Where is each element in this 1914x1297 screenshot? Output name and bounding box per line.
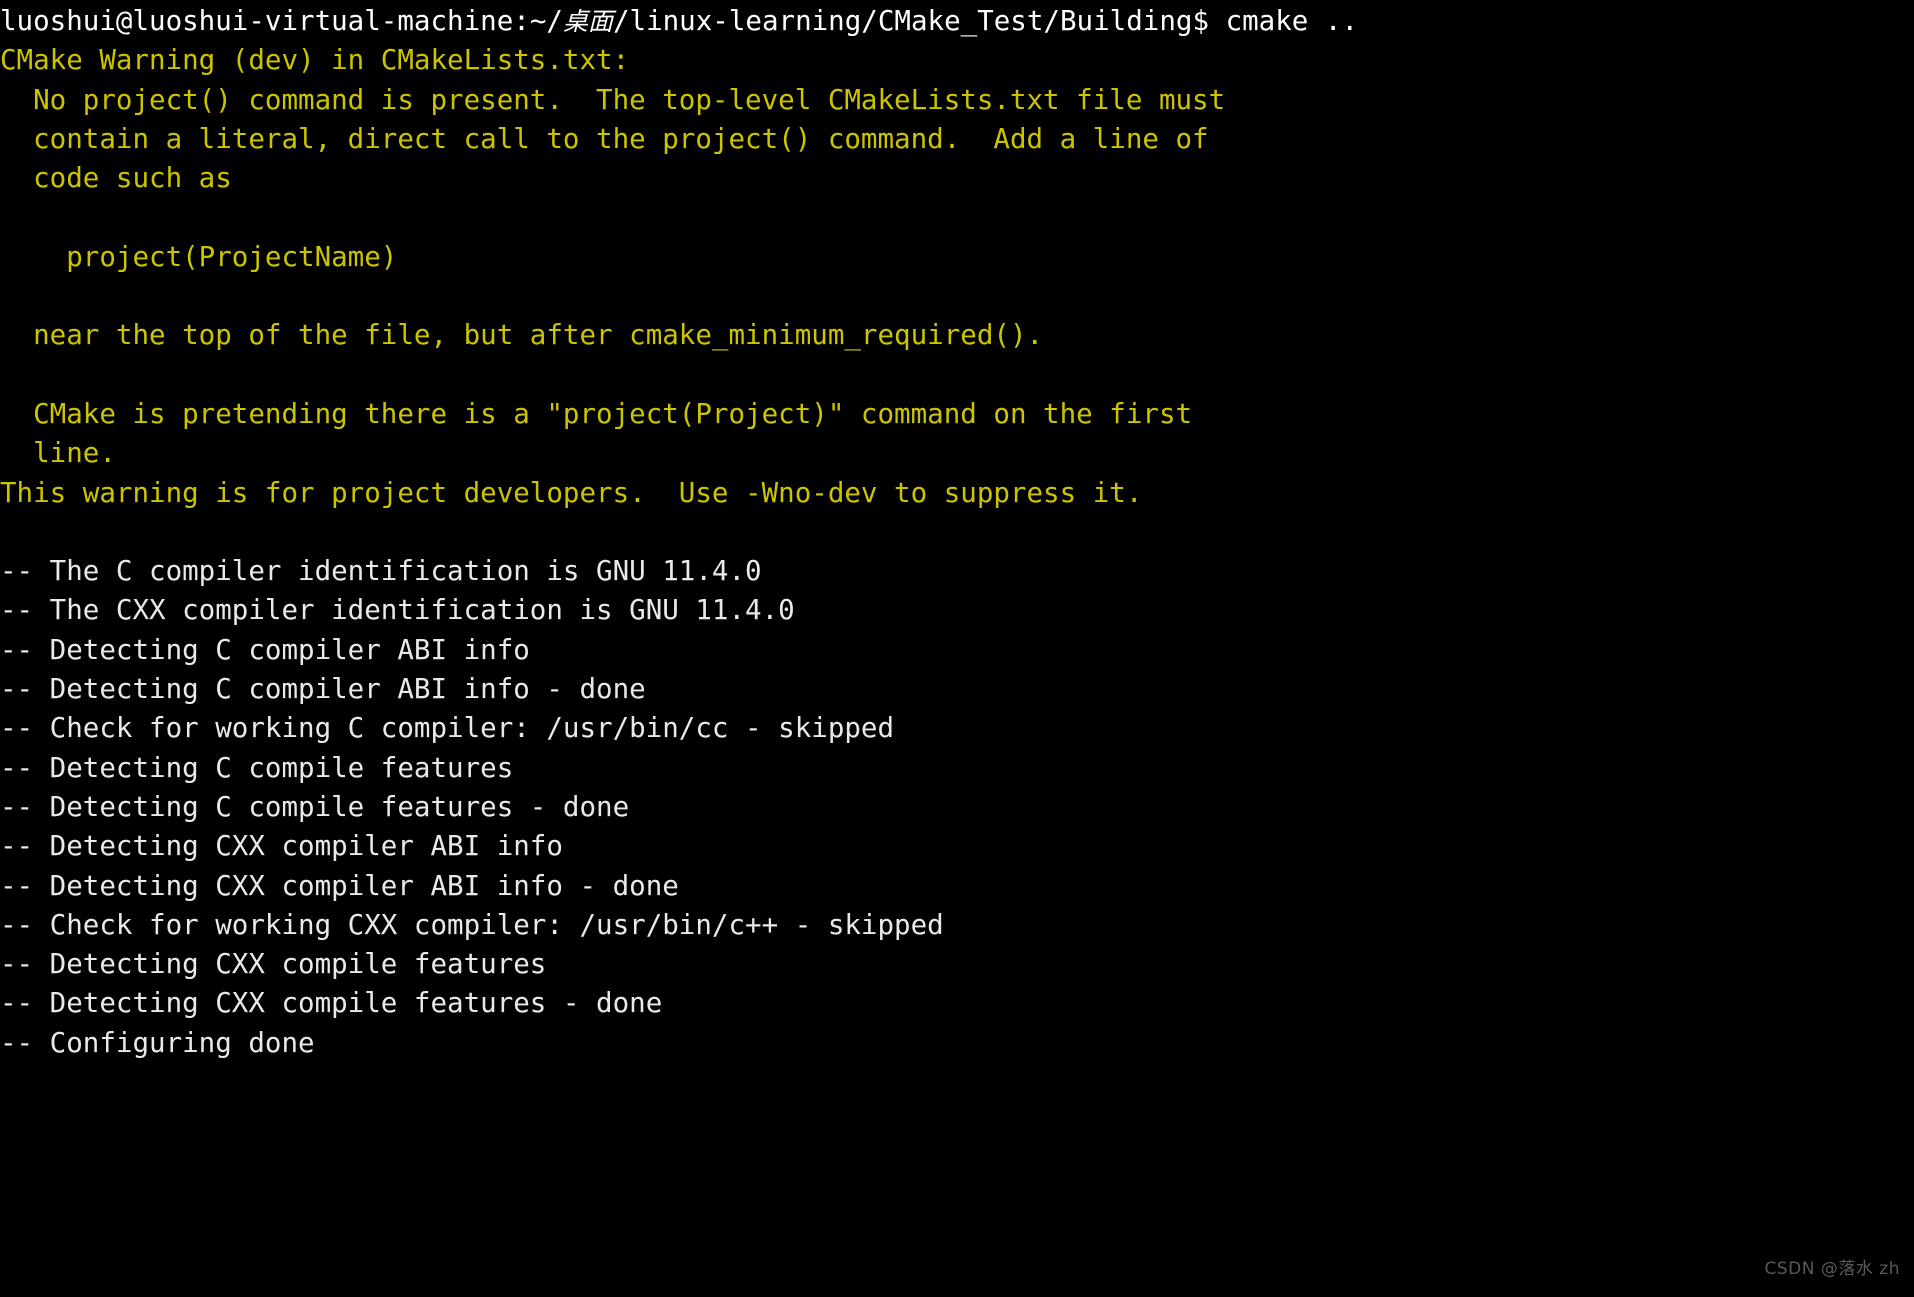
- prompt-path-cjk: 桌面: [562, 7, 613, 36]
- terminal-line: -- Detecting CXX compile features - done: [0, 987, 663, 1020]
- terminal-line: -- Detecting CXX compiler ABI info: [0, 830, 563, 863]
- terminal-line: -- The C compiler identification is GNU …: [0, 555, 762, 588]
- shell-prompt-line: luoshui@luoshui-virtual-machine:~/桌面/lin…: [0, 2, 1914, 41]
- prompt-path-suffix: /linux-learning/CMake_Test/Building: [612, 5, 1193, 37]
- terminal-line: CMake Warning (dev) in CMakeLists.txt:: [0, 44, 630, 77]
- terminal-line: -- Detecting C compile features - done: [0, 790, 630, 823]
- prompt-separator: :: [513, 5, 530, 37]
- csdn-watermark: CSDN @落水 zh: [1764, 1258, 1900, 1279]
- terminal-line: -- Configuring done: [0, 1026, 315, 1059]
- terminal-line: -- Check for working CXX compiler: /usr/…: [0, 908, 944, 941]
- terminal-line: -- Check for working C compiler: /usr/bi…: [0, 712, 895, 745]
- terminal-line: -- Detecting CXX compiler ABI info - don…: [0, 869, 679, 902]
- terminal-line: No project() command is present. The top…: [0, 83, 1226, 116]
- terminal-line: near the top of the file, but after cmak…: [0, 319, 1044, 352]
- terminal-line: -- Detecting C compile features: [0, 751, 514, 784]
- output-lines: CMake Warning (dev) in CMakeLists.txt: N…: [0, 41, 1914, 1063]
- terminal-line: -- Detecting CXX compile features: [0, 948, 547, 981]
- terminal-line: project(ProjectName): [0, 240, 398, 273]
- terminal-line: This warning is for project developers. …: [0, 476, 1143, 509]
- terminal-line: -- Detecting C compiler ABI info - done: [0, 673, 646, 706]
- terminal-output-area[interactable]: luoshui@luoshui-virtual-machine:~/桌面/lin…: [0, 2, 1914, 1063]
- terminal-line: -- The CXX compiler identification is GN…: [0, 594, 795, 627]
- prompt-command: cmake ..: [1225, 5, 1359, 37]
- terminal-line: CMake is pretending there is a "project(…: [0, 397, 1193, 430]
- terminal-line: -- Detecting C compiler ABI info: [0, 633, 530, 666]
- prompt-path-prefix: ~/: [529, 5, 563, 37]
- prompt-sigil: $: [1192, 5, 1226, 37]
- terminal-window[interactable]: luoshui@luoshui-virtual-machine:~/桌面/lin…: [0, 0, 1914, 1297]
- terminal-line: line.: [0, 437, 116, 470]
- terminal-line: code such as: [0, 162, 232, 195]
- terminal-line: contain a literal, direct call to the pr…: [0, 122, 1209, 155]
- prompt-user-host: luoshui@luoshui-virtual-machine: [0, 5, 514, 37]
